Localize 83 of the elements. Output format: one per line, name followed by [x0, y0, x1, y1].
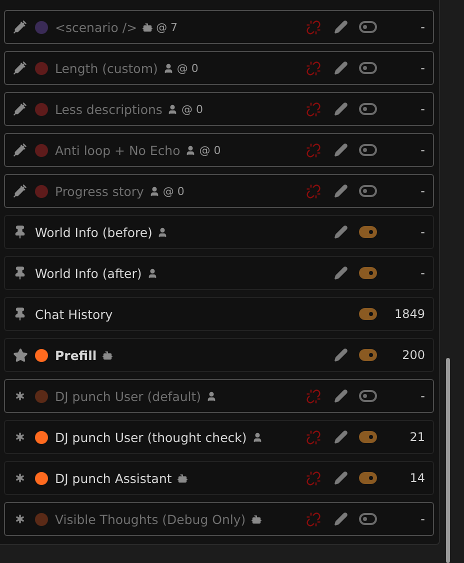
syringe-icon [13, 143, 27, 157]
token-count: - [420, 184, 425, 198]
toggle-switch[interactable] [358, 226, 376, 238]
syringe-icon [13, 102, 27, 116]
toggle-switch[interactable] [358, 472, 376, 484]
prompt-row[interactable]: World Info (before) - [4, 215, 434, 249]
prompt-row[interactable]: DJ punch Assistant 14 [4, 461, 434, 495]
token-count: - [420, 61, 425, 75]
prompt-name: Progress story [55, 184, 144, 198]
pin-icon [13, 266, 27, 280]
prompt-name: Length (custom) [55, 60, 158, 76]
toggle-switch[interactable] [358, 144, 376, 156]
prompt-row[interactable]: Chat History 1849 [4, 297, 434, 331]
token-count: 21 [408, 430, 425, 444]
prompt-name: DJ punch User (default) [55, 388, 202, 404]
pencil-icon[interactable] [334, 471, 348, 485]
toggle-switch[interactable] [358, 513, 376, 525]
prompt-row[interactable]: DJ punch User (default) - [4, 379, 434, 413]
syringe-icon [13, 184, 27, 198]
scrollbar-thumb[interactable] [446, 358, 450, 563]
token-count: - [420, 512, 425, 526]
pin-icon [13, 307, 27, 321]
toggle-switch[interactable] [358, 308, 376, 320]
toggle-switch[interactable] [358, 21, 376, 33]
asterisk-icon [13, 512, 27, 526]
pencil-icon[interactable] [334, 143, 348, 157]
toggle-switch[interactable] [358, 185, 376, 197]
prompt-name: Prefill [55, 348, 97, 362]
token-count: - [420, 143, 425, 157]
pencil-icon[interactable] [334, 20, 348, 34]
syringe-icon [13, 20, 27, 34]
token-count: - [420, 225, 425, 239]
toggle-switch[interactable] [358, 62, 376, 74]
prompt-row[interactable]: Visible Thoughts (Debug Only) - [4, 502, 434, 536]
prompt-name: DJ punch Assistant [55, 470, 172, 486]
token-count: - [420, 20, 425, 34]
prompt-name: Anti loop + No Echo [55, 142, 180, 158]
token-count: 14 [408, 471, 425, 485]
toggle-switch[interactable] [358, 103, 376, 115]
pencil-icon[interactable] [334, 389, 348, 403]
pencil-icon[interactable] [334, 102, 348, 116]
prompt-name: DJ punch User (thought check) [55, 430, 247, 444]
toggle-switch[interactable] [358, 267, 376, 279]
token-count: - [420, 102, 425, 116]
prompt-row[interactable]: Anti loop + No Echo @ 0 - [4, 133, 434, 167]
prompt-row[interactable]: World Info (after) - [4, 256, 434, 290]
prompt-row[interactable]: Prefill 200 [4, 338, 434, 372]
prompt-name: <scenario /> [55, 20, 138, 34]
pin-icon [13, 225, 27, 239]
toggle-switch[interactable] [358, 349, 376, 361]
token-count: - [420, 266, 425, 280]
pencil-icon[interactable] [334, 225, 348, 239]
prompt-row[interactable]: DJ punch User (thought check) 21 [4, 420, 434, 454]
prompt-name: World Info (after) [35, 266, 142, 280]
pencil-icon[interactable] [334, 348, 348, 362]
toggle-switch[interactable] [358, 431, 376, 443]
token-count: 200 [401, 348, 425, 362]
asterisk-icon [13, 430, 27, 444]
depth-label: @ 0 [162, 184, 184, 198]
pencil-icon[interactable] [334, 266, 348, 280]
toggle-switch[interactable] [358, 390, 376, 402]
pencil-icon[interactable] [334, 61, 348, 75]
depth-label: @ 7 [156, 20, 178, 34]
prompt-row[interactable]: Progress story @ 0 - [4, 174, 434, 208]
prompt-name: Less descriptions [55, 102, 162, 116]
prompt-name: Chat History [35, 306, 113, 322]
depth-label: @ 0 [181, 102, 203, 116]
pencil-icon[interactable] [334, 184, 348, 198]
star-icon [13, 348, 28, 362]
token-count: - [420, 389, 425, 403]
token-count: 1849 [393, 307, 425, 321]
syringe-icon [13, 61, 27, 75]
prompt-row[interactable]: Length (custom) @ 0 - [4, 51, 434, 85]
prompt-name: Visible Thoughts (Debug Only) [55, 512, 246, 526]
pencil-icon[interactable] [334, 430, 348, 444]
prompt-row[interactable]: Less descriptions @ 0 - [4, 92, 434, 126]
asterisk-icon [13, 389, 27, 403]
asterisk-icon [13, 471, 27, 485]
depth-label: @ 0 [199, 144, 221, 156]
pencil-icon[interactable] [334, 512, 348, 526]
prompt-name: World Info (before) [35, 224, 152, 240]
depth-label: @ 0 [176, 62, 198, 74]
prompt-row[interactable]: <scenario /> @ 7 - [4, 10, 434, 44]
